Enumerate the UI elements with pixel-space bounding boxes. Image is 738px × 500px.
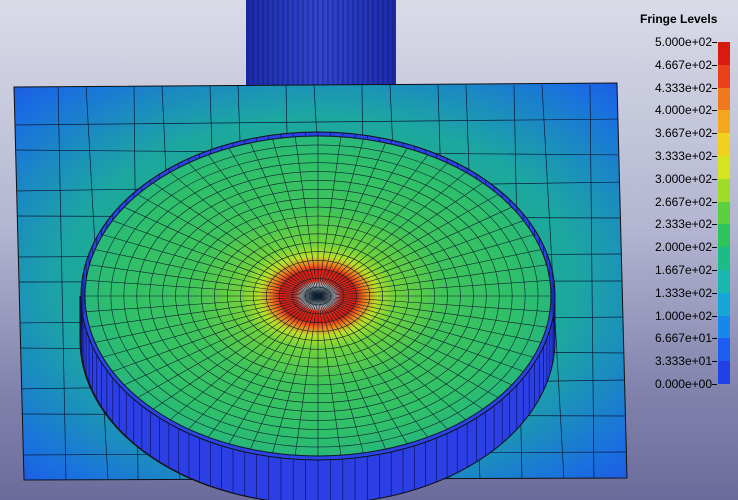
legend-color-swatch xyxy=(718,178,730,202)
legend-level-label: 1.000e+02 xyxy=(654,308,712,323)
legend-tick xyxy=(712,247,717,249)
legend-level-label: 4.333e+02 xyxy=(654,80,712,95)
legend-tick xyxy=(712,338,717,340)
legend-tick xyxy=(712,133,717,135)
legend-tick xyxy=(712,384,717,385)
legend-tick xyxy=(712,201,717,203)
legend-color-swatch xyxy=(718,361,730,384)
legend-level-label: 2.667e+02 xyxy=(654,194,712,209)
legend-color-swatch xyxy=(718,156,730,179)
legend-color-swatch xyxy=(718,110,730,134)
legend-color-swatch xyxy=(718,315,730,339)
legend-color-swatch xyxy=(718,133,730,156)
legend-title: Fringe Levels xyxy=(640,12,718,26)
legend-tick xyxy=(712,270,717,271)
legend-level-label: 2.000e+02 xyxy=(654,240,712,255)
legend-level-label: 2.333e+02 xyxy=(654,217,712,232)
legend-color-swatch xyxy=(718,224,730,248)
legend-tick xyxy=(712,42,717,43)
legend-color-swatch xyxy=(718,201,730,225)
legend-color-swatch xyxy=(718,338,730,362)
legend-color-swatch xyxy=(718,247,730,270)
fringe-disk xyxy=(84,135,552,457)
legend-color-swatch xyxy=(718,270,730,293)
fringe-legend: Fringe Levels 5.000e+02 4.667e+02 4.333e+0… xyxy=(612,8,738,408)
legend-tick xyxy=(712,156,717,157)
legend-tick xyxy=(712,315,717,317)
legend-color-swatch xyxy=(718,292,730,316)
legend-color-swatch xyxy=(718,42,730,65)
legend-level-label: 3.333e+02 xyxy=(654,149,712,163)
legend-level-label: 0.000e+00 xyxy=(654,377,712,391)
legend-level-label: 1.333e+02 xyxy=(654,285,712,300)
legend-level-label: 3.333e+01 xyxy=(654,354,712,369)
legend-level-label: 4.000e+02 xyxy=(654,103,712,118)
legend-tick xyxy=(712,224,717,226)
legend-tick xyxy=(712,178,717,180)
legend-tick xyxy=(712,361,717,363)
legend-level-label: 5.000e+02 xyxy=(654,35,712,49)
legend-color-swatch xyxy=(718,64,730,88)
legend-level-label: 1.667e+02 xyxy=(654,263,712,277)
legend-tick xyxy=(712,292,717,294)
legend-tick xyxy=(712,110,717,112)
legend-tick xyxy=(712,87,717,89)
legend-level-label: 3.000e+02 xyxy=(654,171,712,186)
legend-tick xyxy=(712,64,717,66)
legend-color-swatch xyxy=(718,87,730,111)
legend-level-label: 3.667e+02 xyxy=(654,126,712,141)
stem-column xyxy=(246,0,396,90)
legend-level-label: 6.667e+01 xyxy=(654,331,712,346)
legend-level-label: 4.667e+02 xyxy=(654,57,712,72)
